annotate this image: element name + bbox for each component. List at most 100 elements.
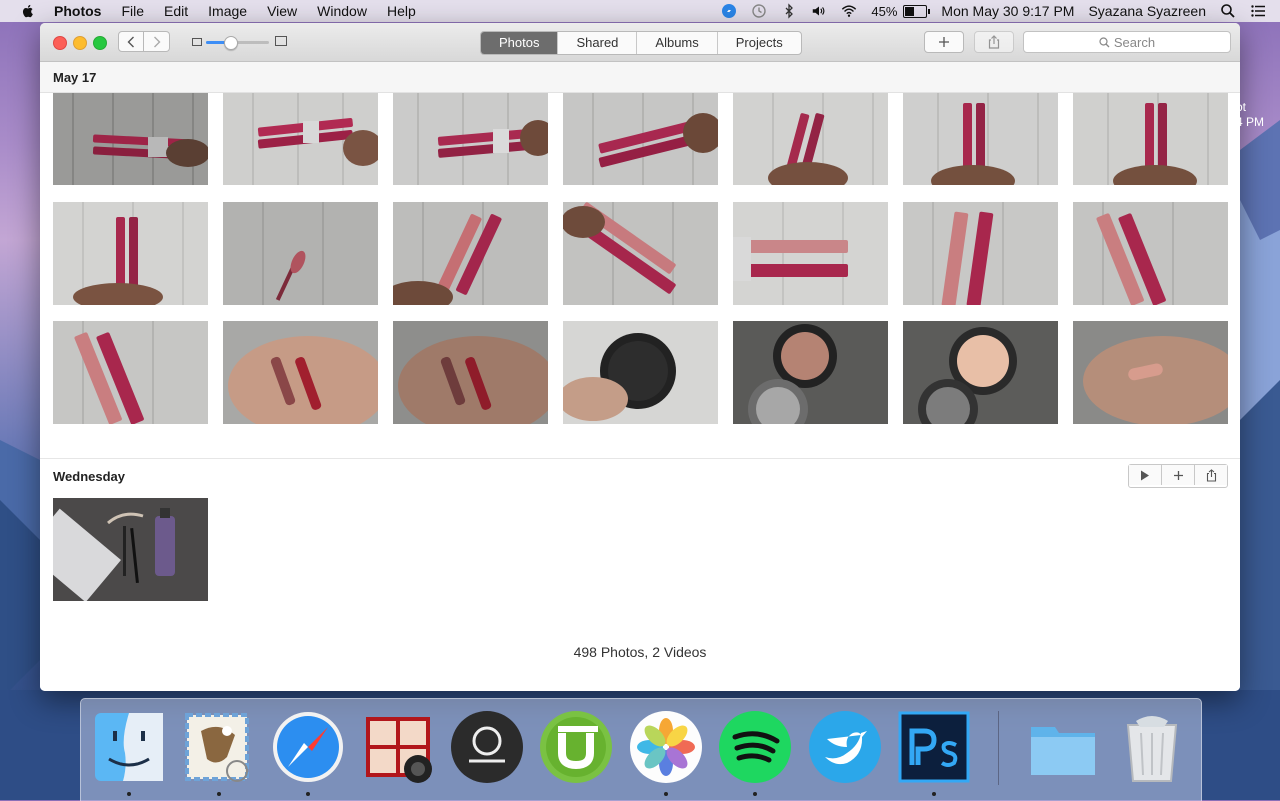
photo-library-grid: May 17 Wednesday 498 Photos, 2 Videos	[40, 62, 1240, 691]
photo-thumbnail[interactable]	[53, 498, 208, 601]
dock-separator	[998, 711, 999, 785]
section-actions	[1128, 464, 1228, 488]
dock-running-indicator	[753, 792, 757, 796]
share-icon	[988, 35, 1000, 49]
section-header-wednesday: Wednesday	[40, 458, 1240, 489]
menu-view[interactable]: View	[267, 3, 297, 19]
obs-icon[interactable]	[449, 709, 525, 785]
menu-file[interactable]: File	[121, 3, 144, 19]
slideshow-button[interactable]	[1129, 465, 1161, 485]
menubar: Photos File Edit Image View Window Help …	[0, 0, 1280, 22]
time-machine-icon[interactable]	[751, 3, 767, 19]
dock-running-indicator	[127, 792, 131, 796]
trash-icon[interactable]	[1114, 709, 1190, 785]
photo-thumbnail[interactable]	[223, 321, 378, 424]
forward-button[interactable]	[144, 31, 170, 52]
safari-icon[interactable]	[270, 709, 346, 785]
photo-thumbnail[interactable]	[223, 93, 378, 185]
dock-running-indicator	[664, 792, 668, 796]
tab-shared[interactable]: Shared	[557, 32, 636, 54]
photo-thumbnail[interactable]	[53, 93, 208, 185]
notification-center-icon[interactable]	[1250, 3, 1266, 19]
apple-menu-icon[interactable]	[20, 3, 36, 19]
photo-thumbnail[interactable]	[903, 321, 1058, 424]
photo-thumbnail[interactable]	[223, 202, 378, 305]
photo-thumbnail[interactable]	[563, 202, 718, 305]
chevron-left-icon	[127, 36, 134, 47]
photo-thumbnail[interactable]	[1073, 93, 1228, 185]
add-section-button[interactable]	[1161, 465, 1194, 485]
play-icon	[1141, 470, 1149, 480]
safari-sync-icon[interactable]	[721, 3, 737, 19]
close-window-button[interactable]	[53, 36, 67, 50]
minimize-window-button[interactable]	[73, 36, 87, 50]
photo-thumbnail[interactable]	[53, 321, 208, 424]
library-count: 498 Photos, 2 Videos	[573, 644, 707, 660]
photo-thumbnail[interactable]	[733, 202, 888, 305]
chevron-right-icon	[153, 36, 160, 47]
share-button[interactable]	[974, 31, 1014, 53]
mail-icon[interactable]	[181, 709, 257, 785]
menu-edit[interactable]: Edit	[164, 3, 188, 19]
zoom-slider-knob[interactable]	[223, 36, 238, 50]
photo-thumbnail[interactable]	[563, 93, 718, 185]
dock	[80, 698, 1202, 801]
menu-help[interactable]: Help	[387, 3, 416, 19]
photo-thumbnail[interactable]	[563, 321, 718, 424]
battery-icon[interactable]	[903, 4, 931, 18]
photo-thumbnail[interactable]	[1073, 321, 1228, 424]
search-field[interactable]: Search	[1023, 31, 1231, 53]
menu-app-name[interactable]: Photos	[54, 3, 101, 19]
section-title[interactable]: Wednesday	[53, 469, 125, 484]
photo-thumbnail[interactable]	[53, 202, 208, 305]
dock-running-indicator	[932, 792, 936, 796]
folder-icon[interactable]	[1025, 709, 1101, 785]
small-thumbnail-icon	[192, 38, 202, 46]
photo-thumbnail[interactable]	[733, 93, 888, 185]
fullscreen-window-button[interactable]	[93, 36, 107, 50]
photo-thumbnail[interactable]	[733, 321, 888, 424]
share-section-button[interactable]	[1194, 465, 1227, 485]
back-button[interactable]	[118, 31, 144, 52]
navigation-buttons	[118, 31, 172, 53]
section-title[interactable]: May 17	[53, 70, 96, 85]
battery-level-fill	[905, 6, 914, 16]
menu-window[interactable]: Window	[317, 3, 367, 19]
large-thumbnail-icon	[275, 36, 287, 46]
photo-booth-icon[interactable]	[360, 709, 436, 785]
tab-projects[interactable]: Projects	[716, 32, 801, 54]
photos-app-icon[interactable]	[628, 709, 704, 785]
section-header-may-17: May 17	[40, 62, 1240, 93]
photo-thumbnail[interactable]	[393, 321, 548, 424]
dock-running-indicator	[306, 792, 310, 796]
dock-running-indicator	[217, 792, 221, 796]
window-toolbar: Photos Shared Albums Projects Search	[40, 23, 1240, 62]
tab-photos[interactable]: Photos	[481, 32, 558, 54]
photo-thumbnail[interactable]	[1073, 202, 1228, 305]
menu-image[interactable]: Image	[208, 3, 247, 19]
add-to-button[interactable]	[924, 31, 964, 53]
utorrent-icon[interactable]	[538, 709, 614, 785]
spotlight-icon[interactable]	[1220, 3, 1236, 19]
photoshop-icon[interactable]	[896, 709, 972, 785]
tab-albums[interactable]: Albums	[636, 32, 716, 54]
search-icon	[1099, 36, 1110, 47]
menubar-user[interactable]: Syazana Syazreen	[1088, 3, 1206, 19]
finder-icon[interactable]	[91, 709, 167, 785]
volume-icon[interactable]	[811, 3, 827, 19]
zoom-slider[interactable]	[192, 34, 287, 50]
photo-thumbnail[interactable]	[393, 93, 548, 185]
desktop-peek-text: ot 4 PM	[1236, 100, 1265, 129]
photo-thumbnail[interactable]	[393, 202, 548, 305]
photo-thumbnail[interactable]	[903, 202, 1058, 305]
plus-icon	[1173, 470, 1183, 480]
photos-window: Photos Shared Albums Projects Search May…	[40, 23, 1240, 691]
bluetooth-icon[interactable]	[781, 3, 797, 19]
twitter-icon[interactable]	[807, 709, 883, 785]
battery-percent: 45%	[871, 3, 898, 19]
photo-thumbnail[interactable]	[903, 93, 1058, 185]
wifi-icon[interactable]	[841, 3, 857, 19]
menubar-clock[interactable]: Mon May 30 9:17 PM	[941, 3, 1074, 19]
search-placeholder: Search	[1113, 34, 1156, 50]
spotify-icon[interactable]	[717, 709, 793, 785]
